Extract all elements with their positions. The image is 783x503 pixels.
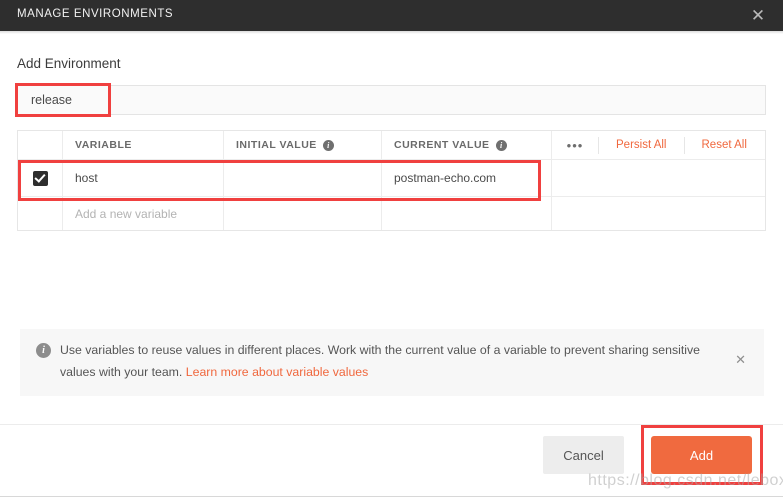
footer-divider bbox=[0, 424, 783, 425]
variables-table: VARIABLE INITIAL VALUE i CURRENT VALUE i… bbox=[17, 130, 766, 231]
banner-close-icon[interactable]: ✕ bbox=[735, 353, 746, 366]
watermark: https://blog.csdn.net/lebox bbox=[588, 472, 783, 489]
add-new-variable-placeholder: Add a new variable bbox=[75, 206, 178, 221]
table-add-row[interactable]: Add a new variable bbox=[18, 197, 765, 230]
learn-more-link[interactable]: Learn more about variable values bbox=[186, 365, 369, 379]
reset-all-button[interactable]: Reset All bbox=[685, 139, 764, 151]
row-current-value-cell[interactable]: postman-echo.com bbox=[382, 160, 552, 196]
bottom-rule bbox=[0, 496, 783, 497]
info-banner: i Use variables to reuse values in diffe… bbox=[20, 329, 764, 396]
persist-all-button[interactable]: Persist All bbox=[599, 139, 684, 151]
environment-name-field-wrap bbox=[17, 85, 766, 115]
row-initial-value-cell[interactable] bbox=[224, 160, 382, 196]
variable-enabled-checkbox[interactable] bbox=[32, 170, 48, 186]
current-value-value: postman-echo.com bbox=[394, 171, 497, 185]
add-button[interactable]: Add bbox=[651, 436, 752, 474]
more-options-icon[interactable]: ••• bbox=[552, 139, 598, 152]
cancel-button[interactable]: Cancel bbox=[543, 436, 624, 474]
header-cell-variable: VARIABLE bbox=[63, 131, 224, 159]
info-banner-text: Use variables to reuse values in differe… bbox=[60, 339, 710, 383]
header-cell-current-value: CURRENT VALUE i bbox=[382, 131, 552, 159]
add-row-variable-cell[interactable]: Add a new variable bbox=[63, 197, 224, 230]
environment-name-input[interactable] bbox=[18, 86, 765, 114]
row-actions-cell bbox=[552, 160, 765, 196]
header-cell-checkbox bbox=[18, 131, 63, 159]
page-title: Add Environment bbox=[17, 56, 121, 71]
add-row-current-value-cell[interactable] bbox=[382, 197, 552, 230]
row-variable-cell[interactable]: host bbox=[63, 160, 224, 196]
row-checkbox-cell bbox=[18, 160, 63, 196]
info-icon: i bbox=[36, 343, 51, 358]
titlebar-shadow bbox=[0, 31, 783, 34]
add-row-checkbox-cell bbox=[18, 197, 63, 230]
table-header-row: VARIABLE INITIAL VALUE i CURRENT VALUE i… bbox=[18, 131, 765, 160]
close-icon[interactable]: ✕ bbox=[747, 5, 769, 27]
variable-name-value: host bbox=[75, 171, 98, 185]
info-icon-initial-value[interactable]: i bbox=[322, 139, 334, 151]
dialog-title: MANAGE ENVIRONMENTS bbox=[17, 8, 174, 20]
add-row-initial-value-cell[interactable] bbox=[224, 197, 382, 230]
info-icon-current-value[interactable]: i bbox=[495, 139, 507, 151]
dialog-titlebar: MANAGE ENVIRONMENTS ✕ bbox=[0, 0, 783, 31]
manage-environments-dialog: MANAGE ENVIRONMENTS ✕ Add Environment VA… bbox=[0, 0, 783, 503]
header-cell-actions: ••• Persist All Reset All bbox=[552, 131, 765, 159]
table-row: host postman-echo.com bbox=[18, 160, 765, 197]
header-cell-initial-value: INITIAL VALUE i bbox=[224, 131, 382, 159]
add-row-actions-cell bbox=[552, 197, 765, 230]
info-banner-message: Use variables to reuse values in differe… bbox=[60, 343, 700, 379]
